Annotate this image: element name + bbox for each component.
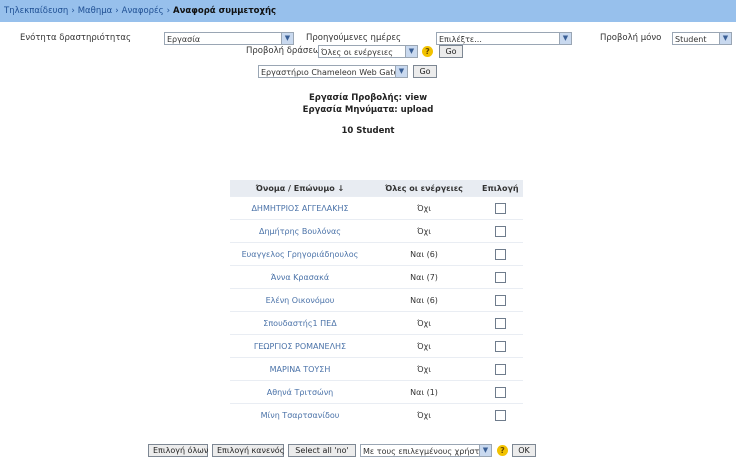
help-icon[interactable]: ? <box>497 445 508 456</box>
help-icon[interactable]: ? <box>422 46 433 57</box>
participation-table: Όνομα / Επώνυμο ↓ Όλες οι ενέργειες Επιλ… <box>230 180 523 426</box>
select-checkbox[interactable] <box>494 202 506 214</box>
select-checkbox[interactable] <box>494 317 506 329</box>
user-link[interactable]: ΜΑΡΙΝΑ ΤΟΥΣΗ <box>270 365 331 374</box>
select-checkbox[interactable] <box>494 248 506 260</box>
bulk-actions-row: Επιλογή όλων Επιλογή κανενός Select all … <box>0 444 736 458</box>
go-button-2[interactable]: Go <box>413 65 437 78</box>
user-link[interactable]: Δημήτρης Βουλόνας <box>259 227 341 236</box>
activity-instance-value: Εργαστήριο Chameleon Web Gateway <box>261 68 408 77</box>
table-row: Ελένη Οικονόμου Ναι (6) <box>230 288 523 312</box>
actions-cell: Όχι <box>370 357 478 381</box>
actions-cell: Ναι (6) <box>370 242 478 266</box>
column-header-actions[interactable]: Όλες οι ενέργειες <box>370 180 478 197</box>
breadcrumb-separator: › <box>71 6 75 16</box>
select-checkbox[interactable] <box>494 409 506 421</box>
breadcrumb-current: Αναφορά συμμετοχής <box>173 6 277 16</box>
select-checkbox[interactable] <box>494 225 506 237</box>
view-task-line: Εργασία Προβολής: view <box>308 93 428 103</box>
with-selected-select[interactable]: Με τους επιλεγμένους χρήστες... ▼ <box>360 444 492 457</box>
select-checkbox[interactable] <box>494 363 506 375</box>
table-row: Ευαγγελος Γρηγοριάδηουλος Ναι (6) <box>230 242 523 266</box>
column-header-select: Επιλογή <box>478 180 523 197</box>
table-header-row: Όνομα / Επώνυμο ↓ Όλες οι ενέργειες Επιλ… <box>230 180 523 197</box>
actions-cell: Όχι <box>370 403 478 426</box>
actions-select[interactable]: Όλες οι ενέργειες ▼ <box>318 45 418 58</box>
student-count: 10 Student <box>341 126 395 136</box>
chevron-down-icon: ▼ <box>559 33 571 44</box>
select-checkbox[interactable] <box>494 386 506 398</box>
role-select[interactable]: Student ▼ <box>672 32 732 45</box>
days-select[interactable]: Επιλέξτε... ▼ <box>436 32 572 45</box>
go-button[interactable]: Go <box>439 45 463 58</box>
breadcrumb: Τηλεκπαίδευση › Μαθημα › Αναφορές › Αναφ… <box>0 0 736 22</box>
activity-instance-select[interactable]: Εργαστήριο Chameleon Web Gateway ▼ <box>258 65 408 78</box>
breadcrumb-link-course[interactable]: Μαθημα <box>78 6 113 16</box>
actions-label: Προβολή δράσεων <box>246 46 325 56</box>
post-task-line: Εργασία Μηνύματα: upload <box>302 105 434 115</box>
actions-cell: Όχι <box>370 334 478 358</box>
role-select-value: Student <box>675 35 707 44</box>
select-checkbox[interactable] <box>494 294 506 306</box>
role-label: Προβολή μόνο <box>600 33 662 43</box>
actions-cell: Ναι (6) <box>370 288 478 312</box>
user-link[interactable]: Ελένη Οικονόμου <box>266 296 335 305</box>
table-row: ΜΑΡΙΝΑ ΤΟΥΣΗ Όχι <box>230 357 523 381</box>
with-selected-value: Με τους επιλεγμένους χρήστες... <box>363 447 492 456</box>
user-link[interactable]: Μίνη Τσαρτσανίδου <box>261 411 340 420</box>
table-row: Μίνη Τσαρτσανίδου Όχι <box>230 403 523 426</box>
breadcrumb-link-reports[interactable]: Αναφορές <box>122 6 164 16</box>
user-link[interactable]: ΓΕΩΡΓΙΟΣ ΡΟΜΑΝΕΛΗΣ <box>254 342 346 351</box>
table-row: ΓΕΩΡΓΙΟΣ ΡΟΜΑΝΕΛΗΣ Όχι <box>230 334 523 358</box>
breadcrumb-link-home[interactable]: Τηλεκπαίδευση <box>4 6 68 16</box>
days-label: Προηγούμενες ημέρες <box>306 33 401 43</box>
activity-select-value: Εργασία <box>167 35 201 44</box>
actions-cell: Όχι <box>370 196 478 220</box>
select-checkbox[interactable] <box>494 340 506 352</box>
chevron-down-icon: ▼ <box>281 33 293 44</box>
breadcrumb-separator: › <box>166 6 171 16</box>
user-link[interactable]: ΔΗΜΗΤΡΙΟΣ ΑΓΓΕΛΑΚΗΣ <box>251 204 348 213</box>
table-row: Αθηνά Τριτσώνη Ναι (1) <box>230 380 523 404</box>
deselect-all-button[interactable]: Επιλογή κανενός <box>212 444 284 457</box>
table-row: ΔΗΜΗΤΡΙΟΣ ΑΓΓΕΛΑΚΗΣ Όχι <box>230 196 523 220</box>
chevron-down-icon: ▼ <box>479 445 491 456</box>
activity-label: Ενότητα δραστηριότητας <box>20 33 132 43</box>
breadcrumb-separator: › <box>115 6 119 16</box>
user-link[interactable]: Αθηνά Τριτσώνη <box>267 388 334 397</box>
actions-cell: Ναι (7) <box>370 265 478 289</box>
user-link[interactable]: Σπουδαστής1 ΠΕΔ <box>263 319 336 328</box>
ok-button[interactable]: OK <box>512 444 536 457</box>
days-select-value: Επιλέξτε... <box>439 35 482 44</box>
table-row: Άννα Κρασακά Ναι (7) <box>230 265 523 289</box>
actions-cell: Όχι <box>370 219 478 243</box>
user-link[interactable]: Ευαγγελος Γρηγοριάδηουλος <box>242 250 359 259</box>
table-row: Σπουδαστής1 ΠΕΔ Όχι <box>230 311 523 335</box>
chevron-down-icon: ▼ <box>719 33 731 44</box>
filter-row: Ενότητα δραστηριότητας Εργασία ▼ Προηγού… <box>0 30 736 46</box>
select-all-button[interactable]: Επιλογή όλων <box>148 444 208 457</box>
table-row: Δημήτρης Βουλόνας Όχι <box>230 219 523 243</box>
chevron-down-icon: ▼ <box>405 46 417 57</box>
user-link[interactable]: Άννα Κρασακά <box>271 273 329 282</box>
actions-cell: Ναι (1) <box>370 380 478 404</box>
select-checkbox[interactable] <box>494 271 506 283</box>
chevron-down-icon: ▼ <box>395 66 407 77</box>
select-all-no-button[interactable]: Select all 'no' <box>288 444 356 457</box>
actions-cell: Όχι <box>370 311 478 335</box>
actions-select-value: Όλες οι ενέργειες <box>321 48 393 57</box>
column-header-name[interactable]: Όνομα / Επώνυμο ↓ <box>230 180 370 197</box>
